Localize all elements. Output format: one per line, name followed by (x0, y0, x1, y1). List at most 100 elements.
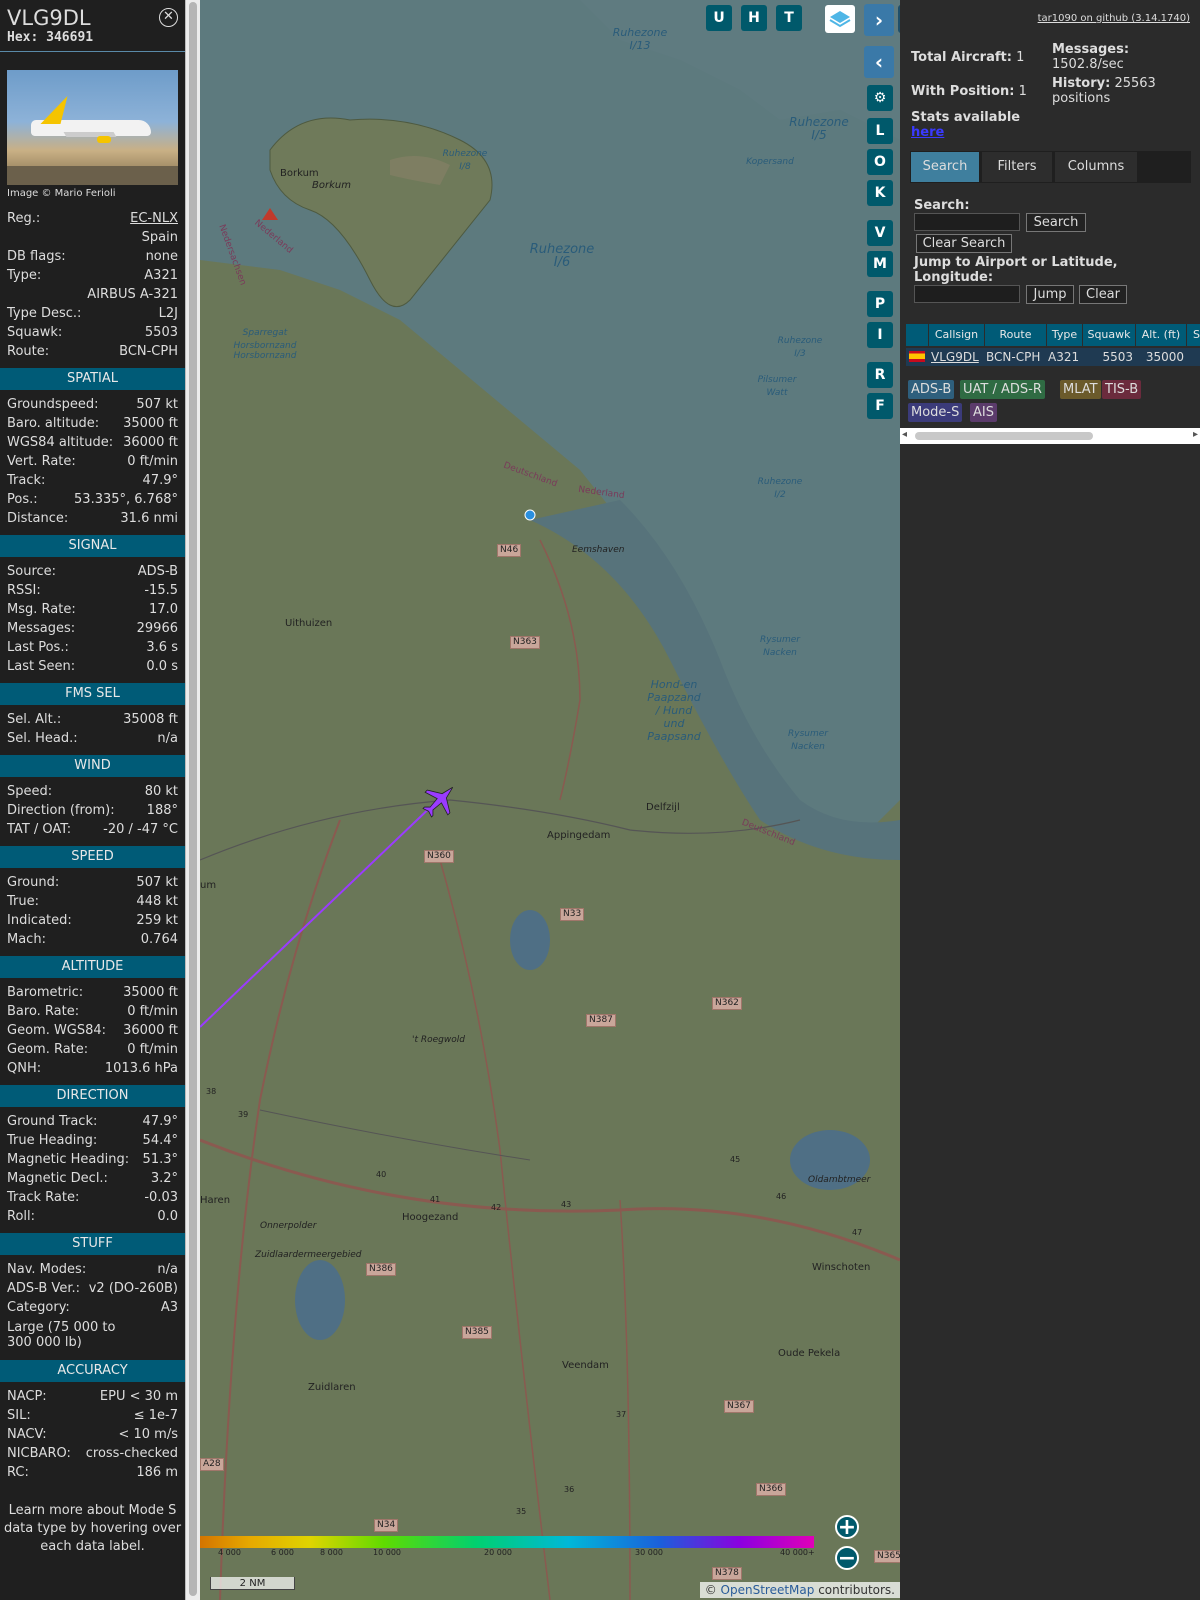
info-label[interactable]: Category: (7, 1298, 70, 1317)
info-value: 80 kt (144, 784, 178, 799)
info-label[interactable]: Distance: (7, 509, 68, 528)
github-link[interactable]: tar1090 on github (3.14.1740) (1038, 13, 1190, 24)
info-label[interactable]: True Heading: (7, 1131, 97, 1150)
column-header-squawk[interactable]: Squawk (1083, 324, 1136, 346)
info-label[interactable]: Last Pos.: (7, 638, 69, 657)
info-subvalue: AIRBUS A-321 (87, 287, 178, 302)
exit-label: 45 (730, 1155, 741, 1164)
info-label[interactable]: Messages: (7, 619, 75, 638)
info-label[interactable]: Baro. Rate: (7, 1002, 79, 1021)
info-label[interactable]: Ground: (7, 873, 59, 892)
info-label[interactable]: Magnetic Heading: (7, 1150, 129, 1169)
tab-columns[interactable]: Columns (1055, 152, 1137, 182)
info-label[interactable]: NACV: (7, 1425, 47, 1444)
clear-search-button[interactable]: Clear Search (916, 234, 1012, 253)
stats-link[interactable]: here (911, 125, 944, 140)
toggle-f-button[interactable]: F (867, 393, 893, 419)
info-label[interactable]: NICBARO: (7, 1444, 71, 1463)
source-tag-tis-b[interactable]: TIS-B (1102, 380, 1142, 399)
info-label[interactable]: Magnetic Decl.: (7, 1169, 108, 1188)
info-label[interactable]: Indicated: (7, 911, 72, 930)
info-label[interactable]: Geom. WGS84: (7, 1021, 106, 1040)
jump-button[interactable]: Jump (1026, 285, 1074, 304)
source-tag-mode-s[interactable]: Mode-S (908, 403, 963, 422)
settings-gear-icon[interactable]: ⚙ (867, 85, 893, 111)
chevron-left-icon[interactable]: ‹ (864, 46, 894, 78)
info-panel-scrollbar[interactable] (185, 0, 200, 1600)
toggle-t-button[interactable]: T (776, 5, 802, 31)
toggle-o-button[interactable]: O (867, 149, 893, 175)
column-header-s[interactable]: S (1187, 324, 1200, 346)
toggle-k-button[interactable]: K (867, 180, 893, 206)
column-header-type[interactable]: Type (1047, 324, 1083, 346)
info-label[interactable]: Barometric: (7, 983, 83, 1002)
row-callsign[interactable]: VLG9DL (931, 348, 985, 366)
info-label[interactable]: Sel. Head.: (7, 729, 78, 748)
toggle-l-button[interactable]: L (867, 118, 893, 144)
info-value: 31.6 nmi (120, 511, 178, 526)
map[interactable]: Borkum Borkum Uithuizen Eemshaven Apping… (200, 0, 900, 1600)
info-label[interactable]: True: (7, 892, 39, 911)
info-label[interactable]: Geom. Rate: (7, 1040, 88, 1059)
info-row-track-rate: Track Rate: -0.03 (0, 1188, 185, 1207)
info-label[interactable]: RC: (7, 1463, 29, 1482)
info-label[interactable]: Vert. Rate: (7, 452, 76, 471)
chevron-right-icon[interactable]: › (864, 4, 894, 36)
source-tag-mlat[interactable]: MLAT (1060, 380, 1101, 399)
info-label[interactable]: Direction (from): (7, 801, 115, 820)
toggle-r-button[interactable]: R (867, 362, 893, 388)
column-header-callsign[interactable]: Callsign (929, 324, 985, 346)
info-label[interactable]: TAT / OAT: (7, 820, 71, 839)
toggle-v-button[interactable]: V (867, 220, 893, 246)
aircraft-photo[interactable] (7, 70, 178, 185)
source-tag-uat-ads-r[interactable]: UAT / ADS-R (960, 380, 1045, 399)
toggle-m-button[interactable]: M (867, 251, 893, 277)
search-input[interactable] (914, 213, 1020, 231)
info-value: 1013.6 hPa (104, 1061, 178, 1076)
info-label[interactable]: QNH: (7, 1059, 41, 1078)
info-value: ADS-B (137, 564, 178, 579)
source-tag-ais[interactable]: AIS (970, 403, 997, 422)
close-icon[interactable]: ✕ (159, 8, 178, 27)
source-tag-ads-b[interactable]: ADS-B (908, 380, 955, 399)
info-label[interactable]: Source: (7, 562, 56, 581)
info-value[interactable]: EC-NLX (130, 209, 178, 228)
jump-input[interactable] (914, 285, 1020, 303)
toggle-p-button[interactable]: P (867, 291, 893, 317)
info-label[interactable]: Ground Track: (7, 1112, 97, 1131)
info-label[interactable]: Groundspeed: (7, 395, 98, 414)
osm-link[interactable]: OpenStreetMap (721, 1583, 815, 1597)
info-label[interactable]: Mach: (7, 930, 46, 949)
info-label[interactable]: Sel. Alt.: (7, 710, 61, 729)
info-label[interactable]: SIL: (7, 1406, 31, 1425)
info-label[interactable]: NACP: (7, 1387, 47, 1406)
info-label[interactable]: Speed: (7, 782, 52, 801)
table-horizontal-scrollbar[interactable]: ◂ ▸ (900, 428, 1200, 444)
info-label[interactable]: ADS-B Ver.: (7, 1279, 80, 1298)
search-button[interactable]: Search (1026, 213, 1086, 232)
info-label[interactable]: RSSI: (7, 581, 41, 600)
zoom-in-button[interactable]: + (835, 1515, 859, 1539)
info-label[interactable]: Msg. Rate: (7, 600, 76, 619)
toggle-i-button[interactable]: I (867, 322, 893, 348)
info-label[interactable]: WGS84 altitude: (7, 433, 113, 452)
tab-filters[interactable]: Filters (982, 152, 1052, 182)
zoom-out-button[interactable]: − (835, 1546, 859, 1570)
exit-label: 40 (376, 1170, 387, 1179)
info-label[interactable]: Baro. altitude: (7, 414, 99, 433)
info-label[interactable]: Nav. Modes: (7, 1260, 86, 1279)
exit-label: 42 (491, 1203, 502, 1212)
info-label[interactable]: Pos.: (7, 490, 38, 509)
clear-button[interactable]: Clear (1079, 285, 1127, 304)
toggle-h-button[interactable]: H (741, 5, 767, 31)
info-label[interactable]: Track Rate: (7, 1188, 79, 1207)
place-label: um (200, 880, 217, 891)
info-label[interactable]: Roll: (7, 1207, 35, 1226)
layers-icon[interactable] (825, 5, 855, 33)
info-label[interactable]: Last Seen: (7, 657, 75, 676)
column-header-route[interactable]: Route (985, 324, 1047, 346)
column-header-altitude[interactable]: Alt. (ft) (1136, 324, 1187, 346)
tab-search[interactable]: Search (911, 152, 979, 182)
toggle-u-button[interactable]: U (706, 5, 732, 31)
info-label[interactable]: Track: (7, 471, 45, 490)
